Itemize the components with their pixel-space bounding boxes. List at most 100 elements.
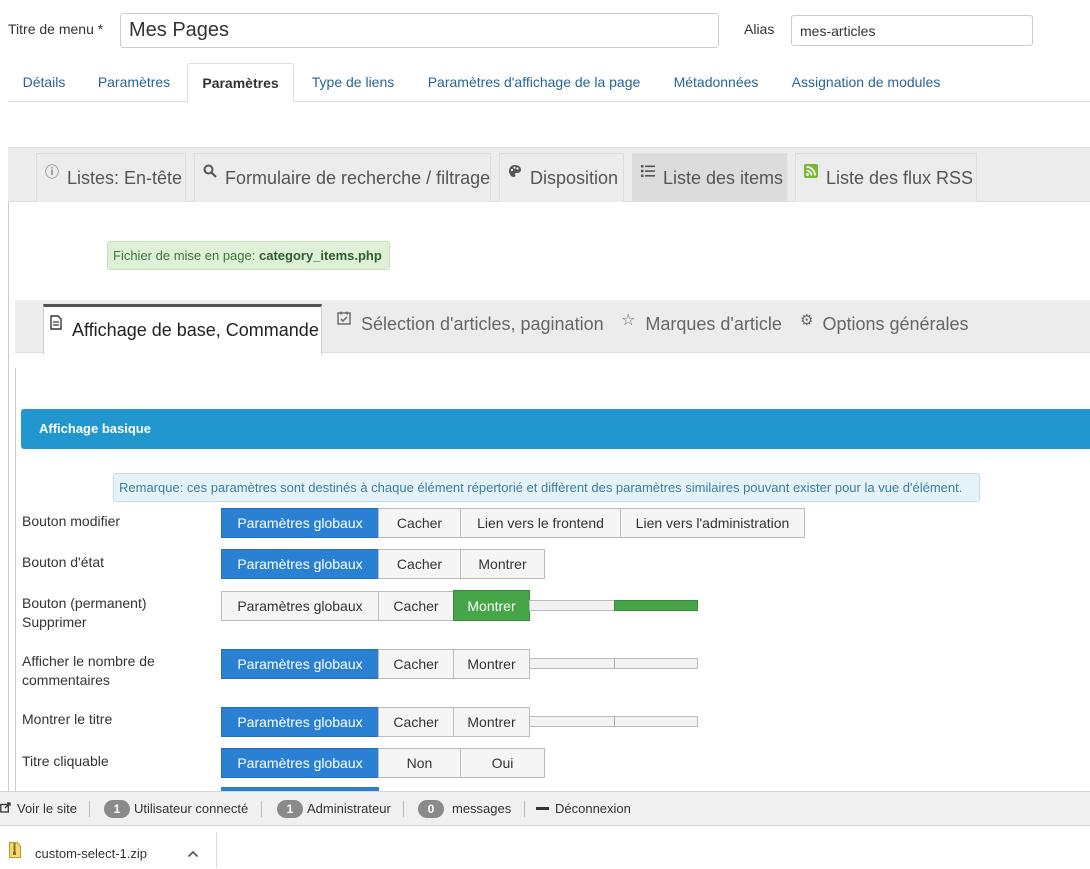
innertab-label: Options générales	[822, 314, 969, 334]
layout-file-note: Fichier de mise en page: category_items.…	[107, 241, 390, 270]
innertab-options-generales[interactable]: ⚙ Options générales	[800, 311, 969, 335]
row-label-bouton-etat: Bouton d'état	[22, 554, 105, 570]
slider-tick	[614, 659, 615, 668]
subtab-liste-items[interactable]: Liste des items	[632, 153, 787, 202]
gear-icon: ⚙	[800, 311, 814, 329]
option-montrer[interactable]: Montrer	[460, 549, 545, 579]
option-lien-frontend[interactable]: Lien vers le frontend	[460, 508, 621, 538]
option-cacher[interactable]: Cacher	[378, 649, 454, 679]
option-lien-administration[interactable]: Lien vers l'administration	[620, 508, 805, 538]
option-parametres-globaux[interactable]: Paramètres globaux	[221, 508, 379, 538]
option-oui[interactable]: Oui	[460, 748, 545, 778]
admins-online[interactable]: 1 Administrateur	[277, 792, 391, 825]
inner-tabs: Affichage de base, Commande Sélection d'…	[15, 300, 1090, 354]
option-non[interactable]: Non	[378, 748, 461, 778]
alias-label: Alias	[744, 21, 775, 37]
menu-title-value: Mes Pages	[129, 19, 230, 41]
divider	[524, 801, 525, 817]
menu-title-input[interactable]: Mes Pages	[120, 13, 719, 48]
checklist-icon	[337, 309, 351, 330]
zip-file-icon	[9, 842, 21, 863]
view-site-link[interactable]: Voir le site	[0, 792, 77, 825]
tab-assignation-modules[interactable]: Assignation de modules	[784, 63, 948, 102]
download-bar: custom-select-1.zip	[0, 826, 1090, 869]
row-label-bouton-modifier: Bouton modifier	[22, 513, 121, 529]
admins-label: Administrateur	[307, 801, 391, 816]
state-slider[interactable]	[529, 600, 698, 611]
messages-link[interactable]: 0 messages	[418, 792, 511, 825]
subtab-label: Listes: En-tête	[67, 167, 183, 188]
row-label-montrer-titre: Montrer le titre	[22, 711, 113, 727]
option-cacher[interactable]: Cacher	[378, 707, 454, 737]
innertab-marques-article[interactable]: ☆ Marques d'article	[621, 312, 782, 335]
innertab-selection-pagination[interactable]: Sélection d'articles, pagination	[337, 311, 604, 335]
minus-icon	[536, 807, 549, 810]
slider-fill	[614, 600, 698, 611]
layout-file-label: Fichier de mise en page:	[113, 248, 256, 263]
subtab-label: Liste des flux RSS	[826, 167, 974, 188]
subtab-flux-rss[interactable]: Liste des flux RSS	[795, 153, 977, 202]
info-circle-icon: ⓘ	[45, 164, 59, 180]
star-icon: ☆	[621, 311, 636, 329]
users-count-badge: 1	[104, 799, 130, 818]
search-icon	[203, 164, 217, 181]
download-divider	[216, 832, 217, 868]
section-header[interactable]: Affichage basique	[21, 409, 1090, 449]
innertab-affichage-base[interactable]: Affichage de base, Commande	[43, 304, 322, 354]
option-parametres-globaux[interactable]: Paramètres globaux	[221, 591, 379, 621]
divider	[261, 801, 262, 817]
option-cacher[interactable]: Cacher	[378, 549, 461, 579]
tab-parametres-2[interactable]: Paramètres	[187, 63, 294, 103]
admin-status-bar: Voir le site 1 Utilisateur connecté 1 Ad…	[0, 791, 1090, 826]
logout-label: Déconnexion	[555, 801, 631, 816]
row-label-titre-cliquable: Titre cliquable	[22, 753, 109, 769]
messages-label: messages	[452, 801, 512, 816]
option-parametres-globaux[interactable]: Paramètres globaux	[221, 707, 379, 737]
innertab-label: Marques d'article	[645, 314, 782, 334]
subtab-label: Liste des items	[663, 167, 784, 188]
download-filename[interactable]: custom-select-1.zip	[35, 846, 147, 861]
layout-file-value: category_items.php	[258, 248, 382, 263]
panel-border	[8, 202, 9, 792]
row-label-bouton-supprimer: Bouton (permanent) Supprimer	[22, 595, 147, 630]
option-parametres-globaux[interactable]: Paramètres globaux	[221, 649, 379, 679]
subtab-listes-entete[interactable]: ⓘ Listes: En-tête	[36, 153, 186, 202]
divider	[89, 801, 90, 817]
palette-icon	[508, 164, 522, 181]
state-slider[interactable]	[529, 658, 698, 669]
tab-type-de-liens[interactable]: Type de liens	[302, 63, 404, 102]
subtab-recherche-filtrage[interactable]: Formulaire de recherche / filtrage	[194, 153, 491, 202]
view-site-label: Voir le site	[17, 801, 77, 816]
divider	[403, 801, 404, 817]
innertab-label: Sélection d'articles, pagination	[361, 314, 604, 334]
inner-panel-border	[15, 368, 16, 792]
subtab-label: Disposition	[530, 167, 619, 188]
tab-affichage-page[interactable]: Paramètres d'affichage de la page	[416, 63, 652, 102]
remark-note: Remarque: ces paramètres sont destinés à…	[113, 473, 980, 502]
option-montrer[interactable]: Montrer	[453, 707, 530, 737]
chevron-up-icon[interactable]	[187, 845, 199, 863]
tab-details[interactable]: Détails	[8, 63, 80, 102]
tab-metadonnees[interactable]: Métadonnées	[666, 63, 766, 102]
option-montrer[interactable]: Montrer	[453, 590, 530, 621]
subtab-disposition[interactable]: Disposition	[499, 153, 624, 202]
document-icon	[50, 314, 62, 335]
option-parametres-globaux[interactable]: Paramètres globaux	[221, 549, 379, 579]
messages-count-badge: 0	[418, 799, 444, 818]
option-montrer[interactable]: Montrer	[453, 649, 530, 679]
option-cacher[interactable]: Cacher	[378, 591, 454, 621]
option-parametres-globaux[interactable]: Paramètres globaux	[221, 748, 379, 778]
option-cacher[interactable]: Cacher	[378, 508, 461, 538]
subtab-label: Formulaire de recherche / filtrage	[225, 167, 491, 188]
slider-tick	[614, 717, 615, 726]
list-icon	[641, 164, 655, 181]
tab-parametres-1[interactable]: Paramètres	[90, 63, 178, 102]
users-online[interactable]: 1 Utilisateur connecté	[104, 792, 248, 825]
rss-icon	[804, 163, 818, 181]
state-slider[interactable]	[529, 716, 698, 727]
alias-value: mes-articles	[800, 22, 876, 39]
sub-tabs: ⓘ Listes: En-tête Formulaire de recherch…	[8, 147, 1090, 202]
alias-input[interactable]: mes-articles	[791, 15, 1033, 46]
menu-title-label: Titre de menu *	[8, 21, 104, 37]
logout-link[interactable]: Déconnexion	[536, 792, 631, 825]
